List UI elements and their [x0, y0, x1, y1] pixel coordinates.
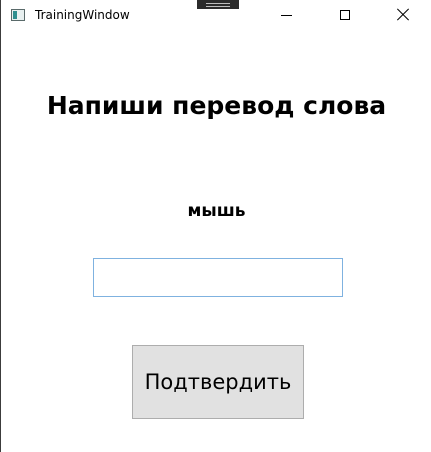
title-bar[interactable]: TrainingWindow	[1, 0, 431, 31]
maximize-button[interactable]	[322, 0, 368, 31]
close-icon	[397, 8, 409, 20]
word-to-translate: мышь	[187, 201, 246, 221]
page-title: Напиши перевод слова	[46, 91, 387, 120]
snap-handle-icon[interactable]	[197, 0, 239, 9]
minimize-button[interactable]	[264, 0, 310, 31]
minimize-icon	[281, 15, 292, 16]
training-window: TrainingWindow Напиши перевод слова мышь…	[0, 0, 431, 452]
maximize-icon	[340, 10, 350, 20]
window-title: TrainingWindow	[35, 8, 130, 22]
translation-input[interactable]	[93, 258, 343, 297]
close-button[interactable]	[380, 0, 426, 31]
window-app-icon	[11, 9, 25, 21]
confirm-button[interactable]: Подтвердить	[132, 345, 304, 419]
